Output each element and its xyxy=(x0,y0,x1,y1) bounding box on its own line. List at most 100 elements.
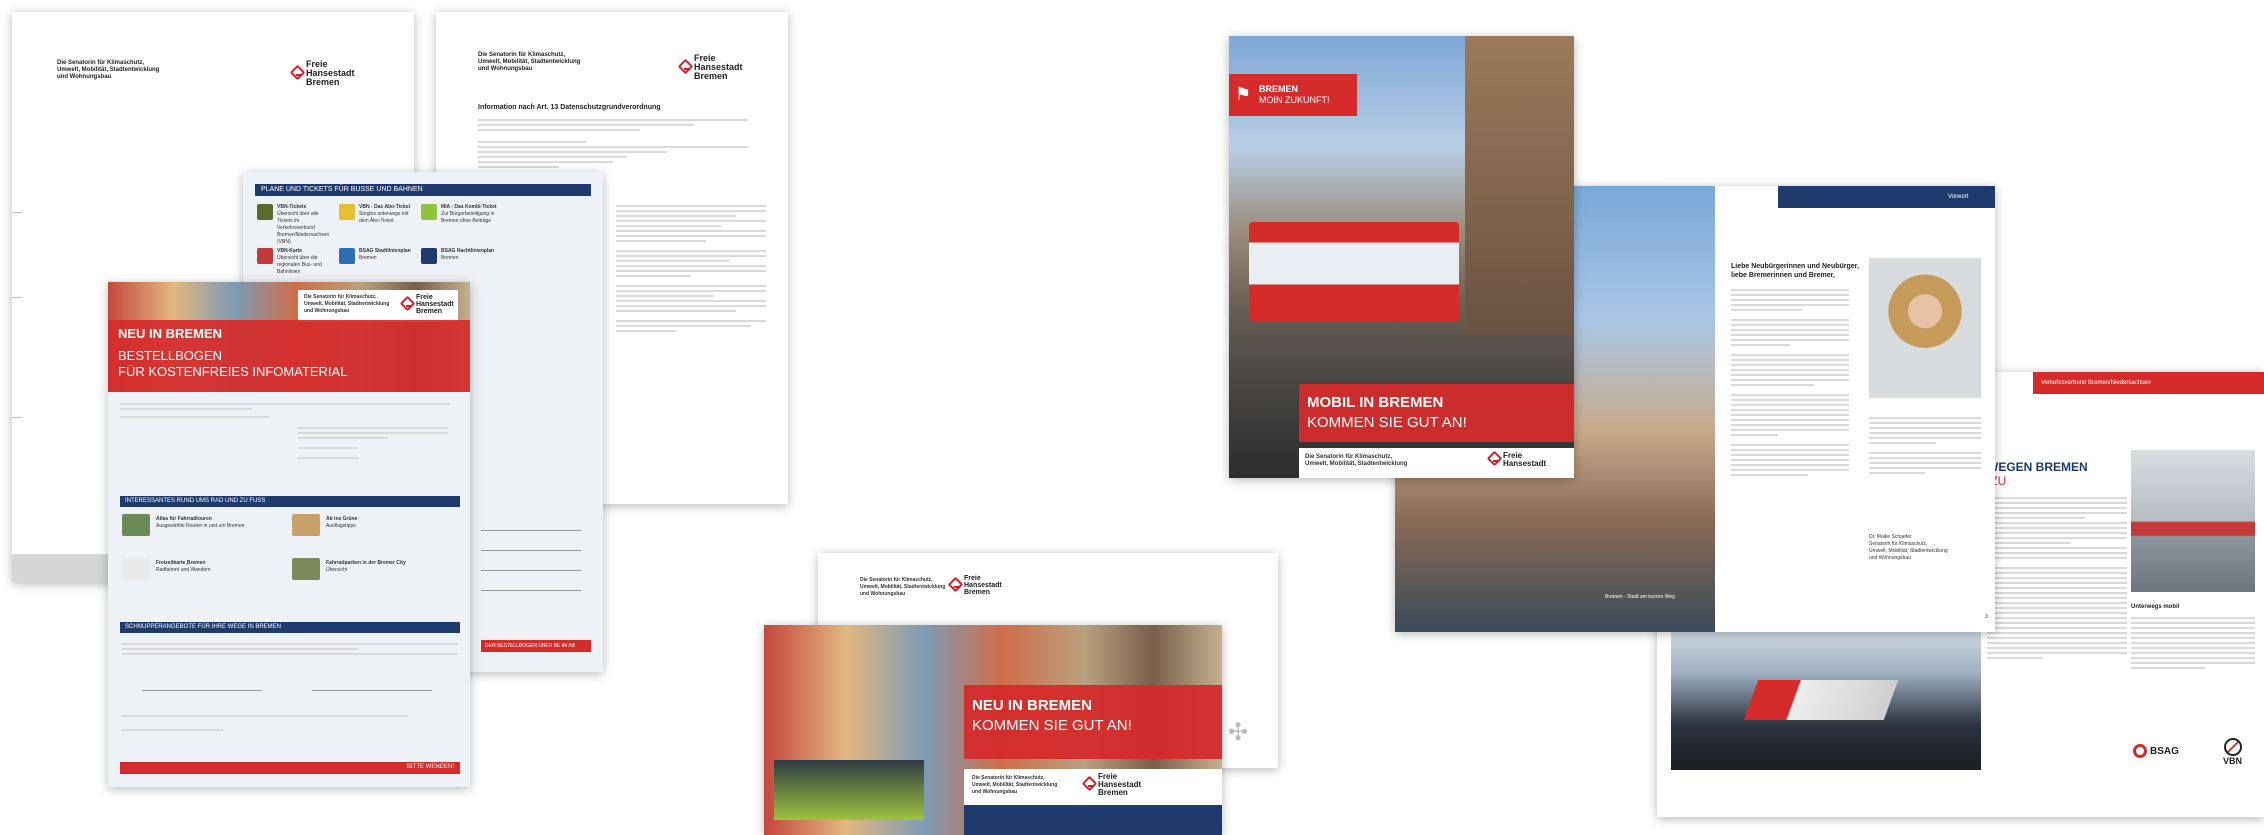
address-lines xyxy=(298,424,448,462)
brochure-right-sub: Unterwegs mobil xyxy=(2131,604,2180,610)
sender-block: Die Senatorin für Klimaschutz, Umwelt, M… xyxy=(304,294,390,314)
logo-text: Freie Hansestadt Bremen xyxy=(694,53,743,81)
ticket-thumb xyxy=(257,248,273,264)
ticket-desc: Zur Bürgerbeteiligung in Bremen ohne Bei… xyxy=(441,211,495,224)
kicker: MOBIL IN BREMEN xyxy=(1307,394,1444,411)
logo-text: Freie Hansestadt Bremen xyxy=(1098,772,1142,797)
windmill-icon: ✣ xyxy=(1228,719,1249,746)
tower-shape xyxy=(1465,36,1574,336)
section-header-rad: INTERESSANTES RUND UMS RAD UND ZU FUSS xyxy=(120,496,460,507)
spare-tab: DEN BESTELLBOGEN ÜBER BE IM AB xyxy=(481,640,591,652)
flyer-title-band: NEU IN BREMEN KOMMEN SIE GUT AN! xyxy=(964,685,1222,759)
brand-line-2: MOIN ZUKUNFT! xyxy=(1259,95,1330,105)
body-text-lines-2 xyxy=(616,202,766,335)
ticket-desc: Bremen xyxy=(441,255,459,261)
signoff-role: Senatorin für Klimaschutz, Umwelt, Mobil… xyxy=(1869,541,1948,561)
item-title: Ab ins Grüne xyxy=(326,516,358,522)
item-thumb xyxy=(292,514,320,536)
title-line-2: FÜR KOSTENFREIES INFOMATERIAL xyxy=(118,364,348,379)
signpost-icon: ⚑ xyxy=(1235,84,1252,104)
form-row xyxy=(481,550,581,551)
spread-tab: Vorwort xyxy=(1778,186,1995,208)
key-logo-icon xyxy=(402,298,412,312)
bremen-logo: Freie Hansestadt Bremen xyxy=(950,575,1002,596)
spread-greeting: Liebe Neubürgerinnen und Neubürger, lieb… xyxy=(1731,263,1859,279)
ticket-title: BSAG Nachtlinienplan xyxy=(441,248,495,254)
bsag-logo: BSAG xyxy=(2133,744,2179,758)
ticket-desc: Übersicht über alle Tickets im Verkehrsv… xyxy=(277,211,330,245)
vbn-logo: VBN xyxy=(2223,738,2242,766)
spread-text-left xyxy=(1731,286,1849,479)
logo-text: Freie Hansestadt xyxy=(1503,451,1547,468)
ticket-thumb xyxy=(421,204,437,220)
bsag-ring-icon xyxy=(2133,744,2147,758)
page-number: 3 xyxy=(1985,614,1988,620)
item-desc: Radfahren und Wandern xyxy=(156,567,211,573)
ticket-desc: Sorglos unterwegs mit dem Abo-Ticket xyxy=(359,211,409,224)
tram-shape xyxy=(774,760,924,820)
ticket-title: BSAG Stadtlinienplan xyxy=(359,248,411,254)
right-column-form: DEN BESTELLBOGEN ÜBER BE IM AB xyxy=(481,490,591,660)
flyer-bottom-band xyxy=(964,805,1222,835)
schnupper-lines xyxy=(122,640,458,658)
form-row xyxy=(481,570,581,571)
brand-line-1: BREMEN xyxy=(1259,84,1299,94)
brochure-right-tab: Verkehrsverbund Bremen/Niedersachsen xyxy=(2033,372,2264,394)
tickets-header: PLANE UND TICKETS FÜR BUSSE UND BAHNEN xyxy=(255,184,591,196)
cover-brand-box: ⚑ BREMEN MOIN ZUKUNFT! xyxy=(1229,74,1357,116)
form-row xyxy=(481,590,581,591)
item-thumb xyxy=(122,514,150,536)
key-logo-icon xyxy=(1489,453,1499,467)
intro-text-lines xyxy=(120,400,450,421)
bremen-logo: Freie Hansestadt Bremen xyxy=(402,294,454,315)
bus-shape xyxy=(1249,222,1459,322)
brochure-right-heading-1: WEGEN BREMEN xyxy=(1987,460,2088,474)
signoff-name: Dr. Maike Schaefer xyxy=(1869,534,1912,540)
kicker: NEU IN BREMEN xyxy=(118,326,223,341)
ticket-thumb xyxy=(339,248,355,264)
tram-night-photo xyxy=(1671,620,1981,770)
item-title: Atlas für Fahrradtouren xyxy=(156,516,212,522)
flyer-logo-box: Die Senatorin für Klimaschutz, Umwelt, M… xyxy=(964,769,1222,805)
flyer-front-sheet: NEU IN BREMEN KOMMEN SIE GUT AN! Die Sen… xyxy=(764,625,1222,835)
sender-line-1: Die Senatorin für Klimaschutz, xyxy=(57,60,145,66)
ticket-thumb xyxy=(257,204,273,220)
logo-text: Freie Hansestadt Bremen xyxy=(964,575,1002,596)
vbn-icon xyxy=(2223,738,2242,756)
key-logo-icon xyxy=(680,61,690,75)
fold-mark xyxy=(12,297,22,298)
ticket-title: VBN-Tickets xyxy=(277,204,307,210)
privacy-heading: Information nach Art. 13 Datenschutzgrun… xyxy=(478,104,661,111)
item-title: Freizeitkarte Bremen xyxy=(156,560,206,566)
item-desc: Ausflugstipps xyxy=(326,523,356,529)
title-line-1: BESTELLBOGEN xyxy=(118,348,223,363)
senator-portrait xyxy=(1869,258,1981,398)
fold-mark xyxy=(12,417,22,418)
flyer-title: KOMMEN SIE GUT AN! xyxy=(972,717,1132,734)
ticket-thumb xyxy=(421,248,437,264)
bremen-logo: Freie Hansestadt Bremen xyxy=(292,60,355,87)
sender-block: Die Senatorin für Klimaschutz, Umwelt, M… xyxy=(860,577,946,597)
sender-block: Die Senatorin für Klimaschutz, Umwelt, M… xyxy=(478,52,581,72)
key-logo-icon xyxy=(1084,778,1094,792)
ticket-machine-photo xyxy=(2131,450,2255,592)
footer-bar: BITTE WENDEN! xyxy=(120,762,460,774)
col-text-2 xyxy=(2131,614,2255,672)
sender-line-2: Umwelt, Mobilität, Stadtentwicklung xyxy=(57,67,160,73)
item-thumb xyxy=(292,558,320,580)
item-thumb xyxy=(122,558,150,580)
checkbox-rows xyxy=(122,682,458,702)
phone-lines xyxy=(122,712,458,734)
item-desc: Ausgewählte Routen in und um Bremen xyxy=(156,523,245,529)
order-form-sheet: Die Senatorin für Klimaschutz, Umwelt, M… xyxy=(108,282,470,787)
body-text-lines xyxy=(478,116,748,171)
bremen-logo: Freie Hansestadt Bremen xyxy=(1084,773,1141,797)
ticket-thumb xyxy=(339,204,355,220)
section-header-schnupper: SCHNUPPERANGEBOTE FÜR IHRE WEGE IN BREME… xyxy=(120,622,460,633)
form-row xyxy=(481,530,581,531)
sender-line-3: und Wohnungsbau xyxy=(57,74,112,80)
logo-text: Freie Hansestadt Bremen xyxy=(306,59,355,87)
ticket-desc: Übersicht über die regionalen Bus- und B… xyxy=(277,255,322,275)
ticket-title: VBN - Das Abo-Ticket xyxy=(359,204,411,210)
dots-row xyxy=(312,690,432,691)
